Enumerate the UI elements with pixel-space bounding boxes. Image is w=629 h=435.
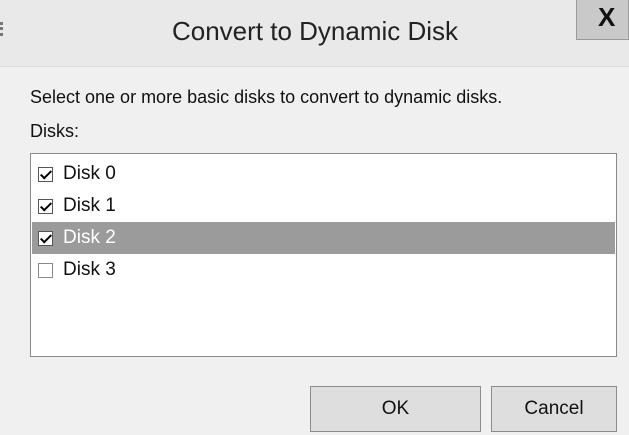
window-edge-marker (0, 22, 7, 36)
disk-checkbox-1[interactable] (38, 198, 53, 214)
disk-checkbox-0[interactable] (38, 166, 53, 182)
disk-label-3: Disk 3 (63, 259, 116, 280)
ok-button[interactable]: OK (310, 386, 481, 432)
disk-list-item-1[interactable]: Disk 1 (32, 190, 615, 222)
disk-label-1: Disk 1 (63, 195, 116, 216)
disk-label-0: Disk 0 (63, 163, 116, 184)
disks-label: Disks: (30, 121, 79, 141)
disk-checkbox-3[interactable] (38, 262, 53, 278)
title-bar: Convert to Dynamic Disk X (0, 0, 629, 67)
close-button[interactable]: X (576, 0, 629, 40)
disks-listbox[interactable]: Disk 0 Disk 1 Disk 2 Disk 3 (30, 153, 617, 357)
cancel-button[interactable]: Cancel (491, 386, 617, 432)
instruction-text: Select one or more basic disks to conver… (30, 87, 503, 107)
disk-list-item-3[interactable]: Disk 3 (32, 254, 615, 286)
close-icon: X (598, 2, 616, 32)
disk-list-item-2[interactable]: Disk 2 (32, 222, 615, 254)
dialog-title: Convert to Dynamic Disk (171, 16, 459, 46)
disk-list-item-0[interactable]: Disk 0 (32, 158, 615, 190)
disk-label-2: Disk 2 (63, 227, 116, 248)
disk-checkbox-2[interactable] (38, 230, 53, 246)
